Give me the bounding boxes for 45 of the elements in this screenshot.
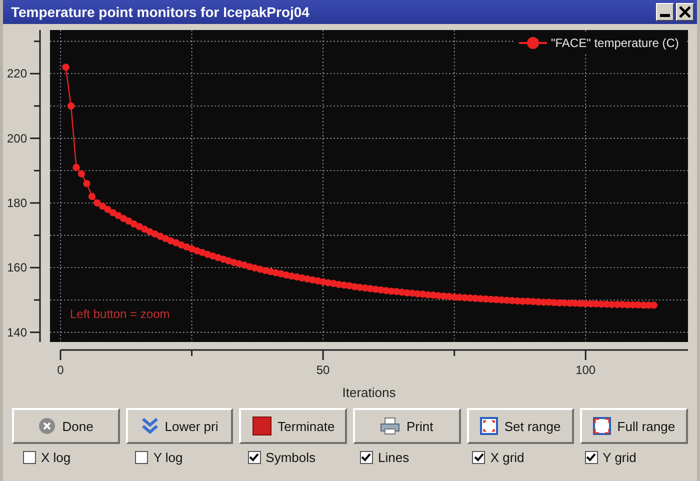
- y-tick-label: 200: [6, 131, 27, 146]
- frame-icon: [480, 417, 498, 435]
- minimize-button[interactable]: [656, 3, 674, 21]
- checkbox-label: X grid: [490, 450, 524, 465]
- plot-background[interactable]: [50, 30, 688, 342]
- checkbox[interactable]: [360, 451, 373, 464]
- checkbox-label: Lines: [378, 450, 410, 465]
- checkbox[interactable]: [23, 451, 36, 464]
- close-button[interactable]: [676, 3, 694, 21]
- close-circle-icon: [38, 417, 56, 435]
- minimize-icon: [660, 14, 670, 17]
- x-tick-label: 100: [576, 363, 596, 377]
- y-tick-label: 180: [6, 196, 27, 210]
- checkbox-label: X log: [41, 450, 71, 465]
- toolbar-button[interactable]: Set range: [466, 408, 574, 444]
- legend-label: "FACE" temperature (C): [551, 36, 679, 50]
- x-tick-label: 50: [316, 363, 330, 377]
- checkbox[interactable]: [248, 451, 261, 464]
- window-title: Temperature point monitors for IcepakProj04: [11, 4, 310, 20]
- frame-icon: [593, 417, 612, 435]
- close-icon: [679, 6, 691, 18]
- zoom-hint: Left button = zoom: [70, 307, 170, 321]
- y-tick-label: 220: [6, 66, 27, 81]
- x-axis-title: Iterations: [342, 385, 396, 400]
- checkbox-label: Y grid: [602, 450, 636, 465]
- checkbox-label: Y log: [153, 450, 183, 465]
- toolbar-button[interactable]: Print: [353, 408, 461, 444]
- data-point: [62, 64, 70, 71]
- y-tick-label: 140: [6, 325, 27, 340]
- checkbox[interactable]: [584, 451, 598, 464]
- printer-icon: [380, 417, 400, 435]
- y-tick-label: 160: [6, 260, 27, 275]
- toolbar-button[interactable]: Done: [12, 408, 120, 444]
- toolbar-button[interactable]: Lower pri: [126, 408, 234, 444]
- legend-marker-icon: [519, 37, 547, 49]
- checkbox[interactable]: [135, 451, 148, 464]
- chevrons-down-icon: [140, 417, 159, 435]
- stop-icon: [252, 416, 272, 436]
- toolbar-button[interactable]: Full range: [580, 408, 688, 444]
- data-point: [67, 102, 75, 110]
- x-tick-label: 0: [57, 363, 64, 377]
- checkbox-label: Symbols: [266, 450, 316, 465]
- toolbar-button[interactable]: Terminate: [239, 408, 348, 444]
- data-point: [83, 180, 90, 188]
- checkbox[interactable]: [472, 451, 486, 464]
